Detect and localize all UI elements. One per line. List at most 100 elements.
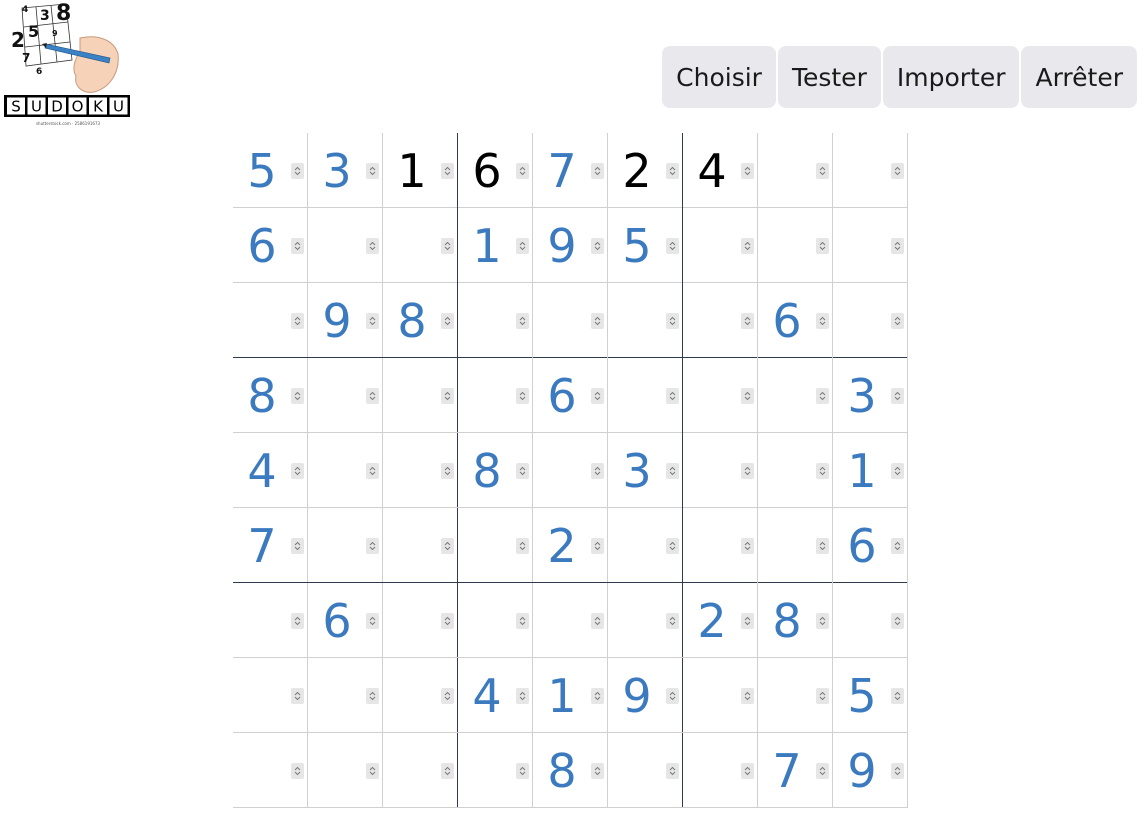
sudoku-cell[interactable]: 6: [308, 583, 383, 658]
spinner-arrows-icon[interactable]: [516, 388, 529, 404]
sudoku-cell[interactable]: 3: [608, 433, 683, 508]
spinner-arrows-icon[interactable]: [741, 388, 754, 404]
spinner-arrows-icon[interactable]: [591, 763, 604, 779]
spinner-arrows-icon[interactable]: [816, 388, 829, 404]
spinner-arrows-icon[interactable]: [291, 313, 304, 329]
sudoku-cell[interactable]: [383, 433, 458, 508]
cell-value[interactable]: 2: [608, 143, 666, 199]
sudoku-cell[interactable]: [233, 283, 308, 358]
sudoku-cell[interactable]: 8: [233, 358, 308, 433]
spinner-arrows-icon[interactable]: [366, 763, 379, 779]
sudoku-cell[interactable]: 8: [383, 283, 458, 358]
spinner-arrows-icon[interactable]: [741, 613, 754, 629]
spinner-arrows-icon[interactable]: [816, 688, 829, 704]
sudoku-cell[interactable]: [608, 583, 683, 658]
sudoku-cell[interactable]: 2: [683, 583, 758, 658]
sudoku-cell[interactable]: [233, 583, 308, 658]
spinner-arrows-icon[interactable]: [816, 238, 829, 254]
spinner-arrows-icon[interactable]: [591, 463, 604, 479]
cell-value[interactable]: 5: [833, 668, 891, 724]
cell-value[interactable]: 3: [308, 143, 366, 199]
spinner-arrows-icon[interactable]: [816, 763, 829, 779]
sudoku-cell[interactable]: 5: [833, 658, 908, 733]
spinner-arrows-icon[interactable]: [516, 163, 529, 179]
sudoku-cell[interactable]: [683, 358, 758, 433]
spinner-arrows-icon[interactable]: [816, 613, 829, 629]
sudoku-cell[interactable]: 3: [308, 133, 383, 208]
sudoku-cell[interactable]: 2: [608, 133, 683, 208]
spinner-arrows-icon[interactable]: [591, 313, 604, 329]
sudoku-cell[interactable]: 5: [233, 133, 308, 208]
cell-value[interactable]: 6: [458, 143, 516, 199]
cell-value[interactable]: 3: [833, 368, 891, 424]
spinner-arrows-icon[interactable]: [891, 538, 904, 554]
spinner-arrows-icon[interactable]: [441, 763, 454, 779]
cell-value[interactable]: 7: [533, 143, 591, 199]
spinner-arrows-icon[interactable]: [816, 313, 829, 329]
spinner-arrows-icon[interactable]: [441, 538, 454, 554]
spinner-arrows-icon[interactable]: [666, 388, 679, 404]
spinner-arrows-icon[interactable]: [591, 688, 604, 704]
spinner-arrows-icon[interactable]: [666, 463, 679, 479]
spinner-arrows-icon[interactable]: [591, 163, 604, 179]
spinner-arrows-icon[interactable]: [816, 538, 829, 554]
spinner-arrows-icon[interactable]: [516, 613, 529, 629]
cell-value[interactable]: 5: [233, 143, 291, 199]
sudoku-cell[interactable]: [608, 283, 683, 358]
spinner-arrows-icon[interactable]: [741, 688, 754, 704]
sudoku-cell[interactable]: [308, 433, 383, 508]
sudoku-cell[interactable]: [383, 733, 458, 808]
spinner-arrows-icon[interactable]: [441, 313, 454, 329]
spinner-arrows-icon[interactable]: [516, 313, 529, 329]
spinner-arrows-icon[interactable]: [891, 313, 904, 329]
spinner-arrows-icon[interactable]: [366, 163, 379, 179]
sudoku-cell[interactable]: 1: [833, 433, 908, 508]
sudoku-cell[interactable]: [758, 358, 833, 433]
cell-value[interactable]: 8: [233, 368, 291, 424]
spinner-arrows-icon[interactable]: [441, 388, 454, 404]
spinner-arrows-icon[interactable]: [366, 463, 379, 479]
spinner-arrows-icon[interactable]: [291, 538, 304, 554]
sudoku-cell[interactable]: [758, 508, 833, 583]
sudoku-cell[interactable]: 6: [833, 508, 908, 583]
spinner-arrows-icon[interactable]: [366, 388, 379, 404]
sudoku-cell[interactable]: [683, 658, 758, 733]
spinner-arrows-icon[interactable]: [591, 388, 604, 404]
choose-button[interactable]: Choisir: [662, 46, 776, 108]
sudoku-cell[interactable]: 4: [458, 658, 533, 733]
sudoku-cell[interactable]: [683, 208, 758, 283]
sudoku-cell[interactable]: [308, 358, 383, 433]
spinner-arrows-icon[interactable]: [291, 613, 304, 629]
sudoku-cell[interactable]: [383, 508, 458, 583]
cell-value[interactable]: 8: [383, 293, 441, 349]
sudoku-cell[interactable]: [458, 733, 533, 808]
sudoku-cell[interactable]: 6: [458, 133, 533, 208]
spinner-arrows-icon[interactable]: [366, 688, 379, 704]
sudoku-cell[interactable]: [458, 583, 533, 658]
spinner-arrows-icon[interactable]: [816, 163, 829, 179]
sudoku-cell[interactable]: [383, 583, 458, 658]
sudoku-cell[interactable]: 1: [458, 208, 533, 283]
spinner-arrows-icon[interactable]: [516, 238, 529, 254]
sudoku-cell[interactable]: [233, 658, 308, 733]
sudoku-cell[interactable]: 1: [533, 658, 608, 733]
sudoku-cell[interactable]: 8: [758, 583, 833, 658]
sudoku-cell[interactable]: 7: [233, 508, 308, 583]
spinner-arrows-icon[interactable]: [891, 763, 904, 779]
sudoku-cell[interactable]: 7: [533, 133, 608, 208]
sudoku-cell[interactable]: [308, 208, 383, 283]
spinner-arrows-icon[interactable]: [291, 163, 304, 179]
sudoku-cell[interactable]: 6: [758, 283, 833, 358]
spinner-arrows-icon[interactable]: [291, 688, 304, 704]
spinner-arrows-icon[interactable]: [516, 538, 529, 554]
spinner-arrows-icon[interactable]: [741, 538, 754, 554]
cell-value[interactable]: 8: [533, 743, 591, 799]
spinner-arrows-icon[interactable]: [666, 163, 679, 179]
sudoku-cell[interactable]: 3: [833, 358, 908, 433]
spinner-arrows-icon[interactable]: [441, 238, 454, 254]
spinner-arrows-icon[interactable]: [666, 538, 679, 554]
cell-value[interactable]: 8: [458, 443, 516, 499]
spinner-arrows-icon[interactable]: [291, 763, 304, 779]
spinner-arrows-icon[interactable]: [291, 238, 304, 254]
cell-value[interactable]: 7: [758, 743, 816, 799]
